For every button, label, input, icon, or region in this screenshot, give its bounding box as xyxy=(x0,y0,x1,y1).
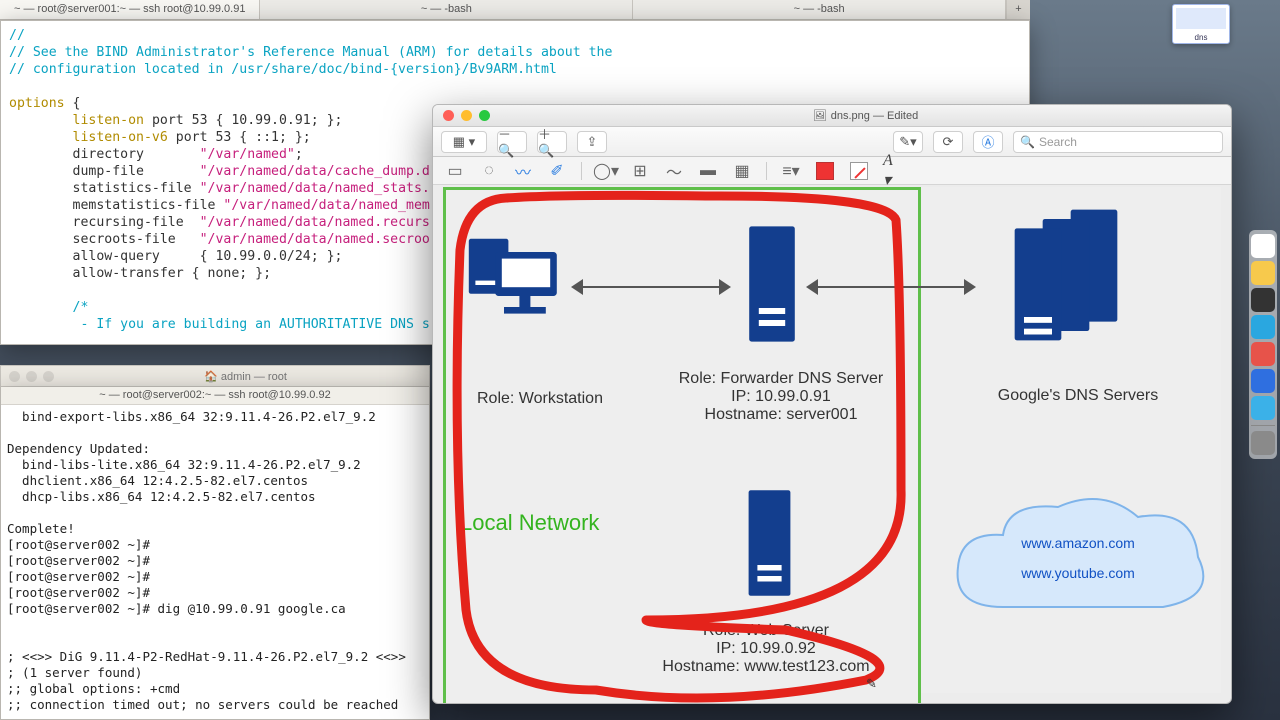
terminal-tab-bar: ~ — root@server001:~ — ssh root@10.99.0.… xyxy=(0,0,1030,20)
close-icon[interactable] xyxy=(443,110,454,121)
arrow-ws-fwd xyxy=(581,286,721,288)
desktop-file-thumbnail[interactable]: dns xyxy=(1172,4,1230,44)
webserver-icon xyxy=(742,488,797,598)
highlight-button[interactable]: ✎▾ xyxy=(893,131,923,153)
dock-app-finder[interactable] xyxy=(1251,234,1275,258)
dock-app-terminal[interactable] xyxy=(1251,288,1275,312)
workstation-icon xyxy=(460,230,570,340)
lasso-tool-icon[interactable]: ◌ xyxy=(479,161,499,181)
preview-title: 🖼 dns.png — Edited xyxy=(500,109,1231,122)
zoom-icon[interactable] xyxy=(43,371,54,382)
minimize-icon[interactable] xyxy=(26,371,37,382)
dock-app-6[interactable] xyxy=(1251,369,1275,393)
terminal-tab-2[interactable]: ~ — -bash xyxy=(260,0,633,19)
dock xyxy=(1249,230,1277,459)
local-network-label: Local Network xyxy=(460,510,599,536)
stroke-color-icon[interactable] xyxy=(815,161,835,181)
dock-trash-icon[interactable] xyxy=(1251,431,1275,455)
terminal2-window[interactable]: ~ — root@server002:~ — ssh root@10.99.0.… xyxy=(0,387,430,720)
sign-tool-icon[interactable]: ～ xyxy=(664,161,684,181)
pen-tool-icon[interactable]: 〰 xyxy=(513,161,533,181)
thumbnail-caption: dns xyxy=(1173,33,1229,42)
google-dns-label: Google's DNS Servers xyxy=(973,387,1183,405)
terminal2-title: 🏠 admin — root xyxy=(62,370,429,383)
fill-color-icon[interactable] xyxy=(849,161,869,181)
webserver-label: Role: Web Server IP: 10.99.0.92 Hostname… xyxy=(626,622,906,676)
dock-app-vscode[interactable] xyxy=(1251,315,1275,339)
diagram-frame: Role: Workstation Role: Forwarder DNS Se… xyxy=(443,187,921,704)
rotate-button[interactable]: ⟳ xyxy=(933,131,963,153)
shapes-tool-icon[interactable]: ◯▾ xyxy=(596,161,616,181)
zoom-icon[interactable] xyxy=(479,110,490,121)
draw-tool-icon[interactable]: ✐ xyxy=(547,161,567,181)
terminal2-content[interactable]: bind-export-libs.x86_64 32:9.11.4-26.P2.… xyxy=(1,405,429,717)
markup-button[interactable]: Ⓐ xyxy=(973,131,1003,153)
preview-canvas[interactable]: Role: Workstation Role: Forwarder DNS Se… xyxy=(443,187,1221,693)
annotation-cursor-icon: ✎ xyxy=(866,676,877,692)
mask-tool-icon[interactable]: ▦ xyxy=(732,161,752,181)
forwarder-label: Role: Forwarder DNS Server IP: 10.99.0.9… xyxy=(656,370,906,424)
search-icon: 🔍 xyxy=(1020,135,1035,149)
line-style-icon[interactable]: ≡▾ xyxy=(781,161,801,181)
terminal-tab-1[interactable]: ~ — root@server001:~ — ssh root@10.99.0.… xyxy=(0,0,260,19)
preview-window[interactable]: 🖼 dns.png — Edited ▦ ▾ －🔍 ＋🔍 ⇪ ✎▾ ⟳ Ⓐ 🔍 … xyxy=(432,104,1232,704)
share-button[interactable]: ⇪ xyxy=(577,131,607,153)
google-dns-icon xyxy=(1003,205,1143,345)
zoom-in-button[interactable]: ＋🔍 xyxy=(537,131,567,153)
image-icon: 🖼 xyxy=(813,109,827,122)
terminal-tab-3[interactable]: ~ — -bash xyxy=(633,0,1006,19)
server-icon xyxy=(742,224,802,344)
terminal2-tab[interactable]: ~ — root@server002:~ — ssh root@10.99.0.… xyxy=(1,387,429,405)
zoom-out-button[interactable]: －🔍 xyxy=(497,131,527,153)
preview-toolbar: ▦ ▾ －🔍 ＋🔍 ⇪ ✎▾ ⟳ Ⓐ 🔍 Search xyxy=(433,127,1231,157)
note-tool-icon[interactable]: ▬ xyxy=(698,161,718,181)
traffic-lights xyxy=(1,371,62,382)
markup-toolbar: ▭ ◌ 〰 ✐ ◯▾ ⊞ ～ ▬ ▦ ≡▾ A ▾ xyxy=(433,157,1231,185)
search-input[interactable]: 🔍 Search xyxy=(1013,131,1223,153)
select-tool-icon[interactable]: ▭ xyxy=(445,161,465,181)
cloud-icon: www.amazon.com www.youtube.com xyxy=(943,487,1213,637)
cloud-link-1: www.amazon.com xyxy=(943,535,1213,551)
minimize-icon[interactable] xyxy=(461,110,472,121)
close-icon[interactable] xyxy=(9,371,20,382)
dock-app-7[interactable] xyxy=(1251,396,1275,420)
sidebar-toggle-button[interactable]: ▦ ▾ xyxy=(441,131,487,153)
arrow-fwd-google xyxy=(816,286,966,288)
text-tool-icon[interactable]: ⊞ xyxy=(630,161,650,181)
cloud-link-2: www.youtube.com xyxy=(943,565,1213,581)
workstation-label: Role: Workstation xyxy=(450,390,630,408)
terminal-tab-add[interactable]: + xyxy=(1006,0,1030,19)
dock-app-chrome[interactable] xyxy=(1251,261,1275,285)
text-style-icon[interactable]: A ▾ xyxy=(883,161,903,181)
terminal2-titlebar[interactable]: 🏠 admin — root xyxy=(0,365,430,387)
dock-app-5[interactable] xyxy=(1251,342,1275,366)
